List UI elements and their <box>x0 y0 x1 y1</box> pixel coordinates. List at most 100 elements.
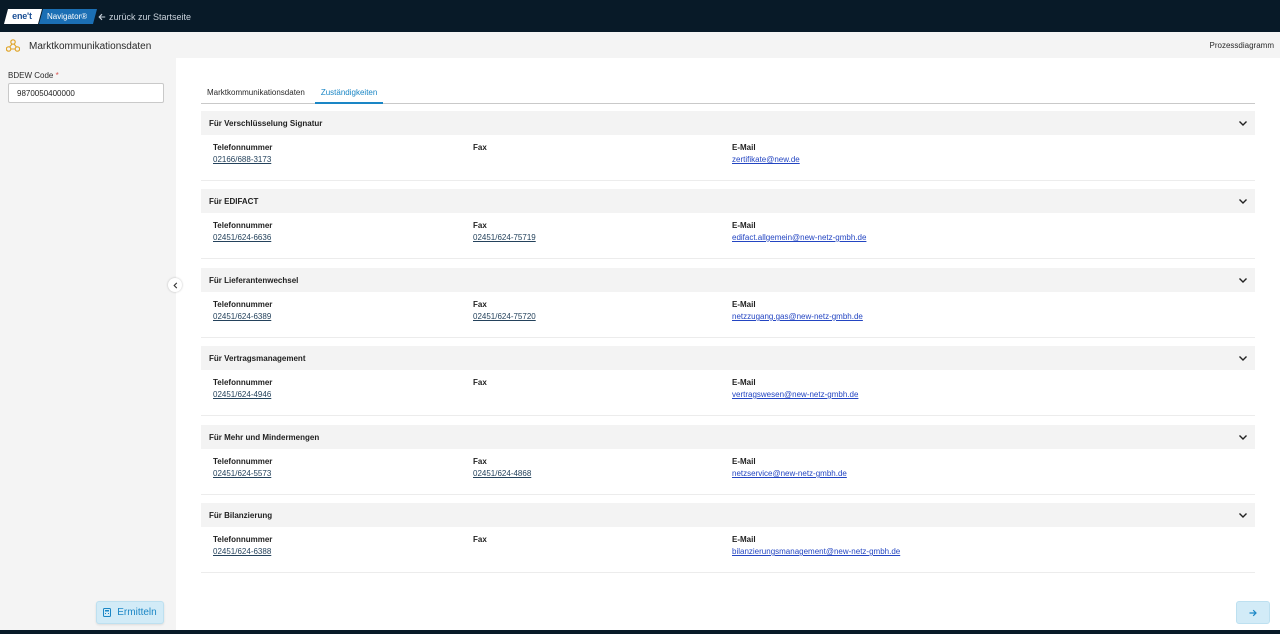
chevron-down-icon <box>1239 435 1247 440</box>
section-verschluesselung-signatur: Für Verschlüsselung Signatur Telefonnumm… <box>201 111 1255 181</box>
phone-link[interactable]: 02166/688-3173 <box>213 155 272 164</box>
phone-label: Telefonnummer <box>213 143 273 152</box>
bdew-code-input[interactable] <box>8 83 164 103</box>
section-body: Telefonnummer 02451/624-6388 Fax E-Mail bi… <box>201 527 1255 573</box>
email-label: E-Mail <box>732 378 756 387</box>
phone-link[interactable]: 02451/624-6636 <box>213 233 272 242</box>
fax-label: Fax <box>473 300 487 309</box>
email-column: E-Mail zertifikate@new.de <box>732 143 800 164</box>
phone-link[interactable]: 02451/624-6388 <box>213 547 272 556</box>
section-title: Für Bilanzierung <box>209 510 273 520</box>
arrow-left-icon <box>98 13 106 21</box>
network-icon <box>6 39 20 52</box>
tab-zustaendigkeiten[interactable]: Zuständigkeiten <box>314 85 384 104</box>
logo-ene-part: ene't <box>3 9 42 24</box>
email-link[interactable]: vertragswesen@new-netz-gmbh.de <box>732 390 858 399</box>
email-column: E-Mail edifact.allgemein@new-netz-gmbh.de <box>732 221 866 242</box>
section-header[interactable]: Für Vertragsmanagement <box>201 346 1255 370</box>
next-button[interactable] <box>1236 601 1270 624</box>
phone-column: Telefonnummer 02451/624-5573 <box>213 457 272 478</box>
section-header[interactable]: Für Bilanzierung <box>201 503 1255 527</box>
phone-label: Telefonnummer <box>213 300 273 309</box>
ermitteln-label: Ermitteln <box>117 607 157 618</box>
fax-label: Fax <box>473 221 487 230</box>
phone-link[interactable]: 02451/624-5573 <box>213 469 272 478</box>
fax-label: Fax <box>473 457 487 466</box>
sidebar: BDEW Code * Ermitteln <box>0 58 176 634</box>
tab-bar: Marktkommunikationsdaten Zuständigkeiten <box>201 85 1255 104</box>
phone-column: Telefonnummer 02451/624-6636 <box>213 221 272 242</box>
chevron-down-icon <box>1239 278 1247 283</box>
prozessdiagramm-link[interactable]: Prozessdiagramm <box>1210 41 1274 50</box>
section-header[interactable]: Für EDIFACT <box>201 189 1255 213</box>
section-mehr-und-mindermengen: Für Mehr und Mindermengen Telefonnummer 0… <box>201 425 1255 495</box>
phone-column: Telefonnummer 02451/624-4946 <box>213 378 272 399</box>
section-title: Für Verschlüsselung Signatur <box>209 118 323 128</box>
fax-column: Fax <box>473 535 487 547</box>
fax-column: Fax 02451/624-75719 <box>473 221 536 242</box>
section-body: Telefonnummer 02451/624-5573 Fax 02451/624… <box>201 449 1255 495</box>
section-title: Für Mehr und Mindermengen <box>209 432 320 442</box>
back-to-start-link[interactable]: zurück zur Startseite <box>98 12 191 22</box>
email-label: E-Mail <box>732 535 756 544</box>
section-bilanzierung: Für Bilanzierung Telefonnummer 02451/624-… <box>201 503 1255 573</box>
phone-column: Telefonnummer 02166/688-3173 <box>213 143 272 164</box>
arrow-right-icon <box>1249 609 1257 616</box>
section-vertragsmanagement: Für Vertragsmanagement Telefonnummer 0245… <box>201 346 1255 416</box>
section-title: Für EDIFACT <box>209 196 259 206</box>
required-marker: * <box>55 71 59 80</box>
main-panel: Marktkommunikationsdaten Zuständigkeiten… <box>176 58 1280 630</box>
section-body: Telefonnummer 02166/688-3173 Fax E-Mail ze… <box>201 135 1255 181</box>
ermitteln-button[interactable]: Ermitteln <box>96 601 164 624</box>
section-header[interactable]: Für Lieferantenwechsel <box>201 268 1255 292</box>
bdew-code-label: BDEW Code * <box>8 71 59 80</box>
section-lieferantenwechsel: Für Lieferantenwechsel Telefonnummer 0245… <box>201 268 1255 338</box>
email-column: E-Mail vertragswesen@new-netz-gmbh.de <box>732 378 858 399</box>
fax-link[interactable]: 02451/624-75719 <box>473 233 536 242</box>
email-link[interactable]: netzservice@new-netz-gmbh.de <box>732 469 847 478</box>
fax-link[interactable]: 02451/624-4868 <box>473 469 531 478</box>
phone-label: Telefonnummer <box>213 221 273 230</box>
email-column: E-Mail netzzugang.gas@new-netz-gmbh.de <box>732 300 863 321</box>
section-body: Telefonnummer 02451/624-6389 Fax 02451/624… <box>201 292 1255 338</box>
email-column: E-Mail bilanzierungsmanagement@new-netz-g… <box>732 535 900 556</box>
fax-label: Fax <box>473 535 487 544</box>
email-link[interactable]: edifact.allgemein@new-netz-gmbh.de <box>732 233 866 242</box>
chevron-down-icon <box>1239 121 1247 126</box>
back-link-label: zurück zur Startseite <box>109 12 192 22</box>
tab-marktkommunikationsdaten[interactable]: Marktkommunikationsdaten <box>201 85 311 104</box>
phone-label: Telefonnummer <box>213 535 273 544</box>
email-link[interactable]: bilanzierungsmanagement@new-netz-gmbh.de <box>732 547 900 556</box>
logo-navigator-part: Navigator® <box>38 9 97 24</box>
section-title: Für Lieferantenwechsel <box>209 275 299 285</box>
fax-column: Fax 02451/624-4868 <box>473 457 531 478</box>
chevron-down-icon <box>1239 356 1247 361</box>
section-header[interactable]: Für Mehr und Mindermengen <box>201 425 1255 449</box>
enet-navigator-logo[interactable]: ene't Navigator® <box>3 9 97 24</box>
email-column: E-Mail netzservice@new-netz-gmbh.de <box>732 457 847 478</box>
email-link[interactable]: zertifikate@new.de <box>732 155 800 164</box>
fax-link[interactable]: 02451/624-75720 <box>473 312 536 321</box>
phone-column: Telefonnummer 02451/624-6389 <box>213 300 272 321</box>
email-label: E-Mail <box>732 143 756 152</box>
chevron-down-icon <box>1239 513 1247 518</box>
phone-label: Telefonnummer <box>213 457 273 466</box>
page-title: Marktkommunikationsdaten <box>29 41 152 52</box>
fax-column: Fax <box>473 143 487 155</box>
logo-right-text: Navigator® <box>46 12 87 21</box>
phone-link[interactable]: 02451/624-6389 <box>213 312 272 321</box>
email-link[interactable]: netzzugang.gas@new-netz-gmbh.de <box>732 312 863 321</box>
section-edifact: Für EDIFACT Telefonnummer 02451/624-6636 … <box>201 189 1255 259</box>
section-body: Telefonnummer 02451/624-6636 Fax 02451/624… <box>201 213 1255 259</box>
section-body: Telefonnummer 02451/624-4946 Fax E-Mail ve… <box>201 370 1255 416</box>
phone-label: Telefonnummer <box>213 378 273 387</box>
section-header[interactable]: Für Verschlüsselung Signatur <box>201 111 1255 135</box>
section-title: Für Vertragsmanagement <box>209 353 306 363</box>
fax-column: Fax 02451/624-75720 <box>473 300 536 321</box>
email-label: E-Mail <box>732 221 756 230</box>
bottom-bar <box>0 630 1280 634</box>
fax-label: Fax <box>473 143 487 152</box>
collapse-sidebar-button[interactable] <box>168 278 182 292</box>
phone-link[interactable]: 02451/624-4946 <box>213 390 272 399</box>
calculator-icon <box>103 608 112 617</box>
